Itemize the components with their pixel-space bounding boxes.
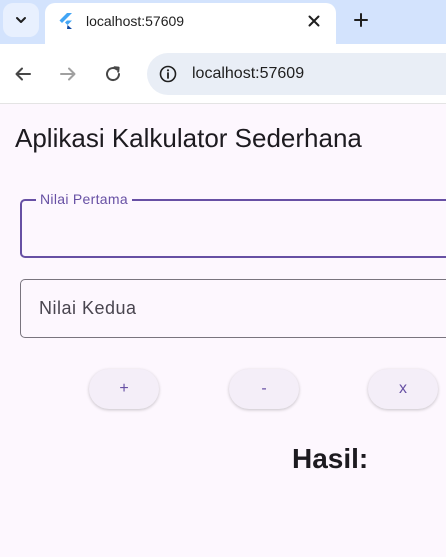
reload-button[interactable]: [97, 58, 129, 90]
first-value-field[interactable]: Nilai Pertama: [20, 191, 446, 258]
tab-strip: localhost:57609: [0, 0, 446, 44]
result-label: Hasil:: [292, 443, 369, 474]
address-bar[interactable]: localhost:57609: [147, 53, 446, 95]
app-body: Aplikasi Kalkulator Sederhana Nilai Pert…: [0, 104, 446, 557]
tab-close-button[interactable]: [304, 11, 324, 31]
browser-toolbar: localhost:57609: [0, 44, 446, 104]
plus-icon: [354, 13, 368, 27]
address-url: localhost:57609: [192, 65, 305, 82]
second-value-input[interactable]: [39, 294, 439, 322]
second-value-field[interactable]: [20, 279, 446, 338]
back-arrow-icon: [15, 67, 31, 81]
first-value-input[interactable]: [40, 215, 440, 243]
flutter-icon: [59, 13, 72, 29]
forward-arrow-icon: [60, 67, 76, 81]
tab-title: localhost:57609: [86, 13, 185, 29]
browser-tab[interactable]: localhost:57609: [45, 3, 336, 44]
first-value-label: Nilai Pertama: [36, 191, 132, 207]
subtract-button[interactable]: -: [229, 369, 299, 409]
new-tab-button[interactable]: [346, 5, 376, 35]
back-button[interactable]: [7, 58, 39, 90]
chevron-down-icon: [16, 17, 26, 23]
site-info-button[interactable]: [156, 62, 180, 86]
reload-icon: [106, 66, 121, 82]
tab-search-button[interactable]: [3, 3, 39, 37]
add-button[interactable]: +: [89, 369, 159, 409]
close-icon: [308, 15, 320, 27]
forward-button[interactable]: [52, 58, 84, 90]
multiply-button[interactable]: x: [368, 369, 438, 409]
page-title: Aplikasi Kalkulator Sederhana: [15, 123, 362, 153]
info-icon: [159, 65, 177, 83]
